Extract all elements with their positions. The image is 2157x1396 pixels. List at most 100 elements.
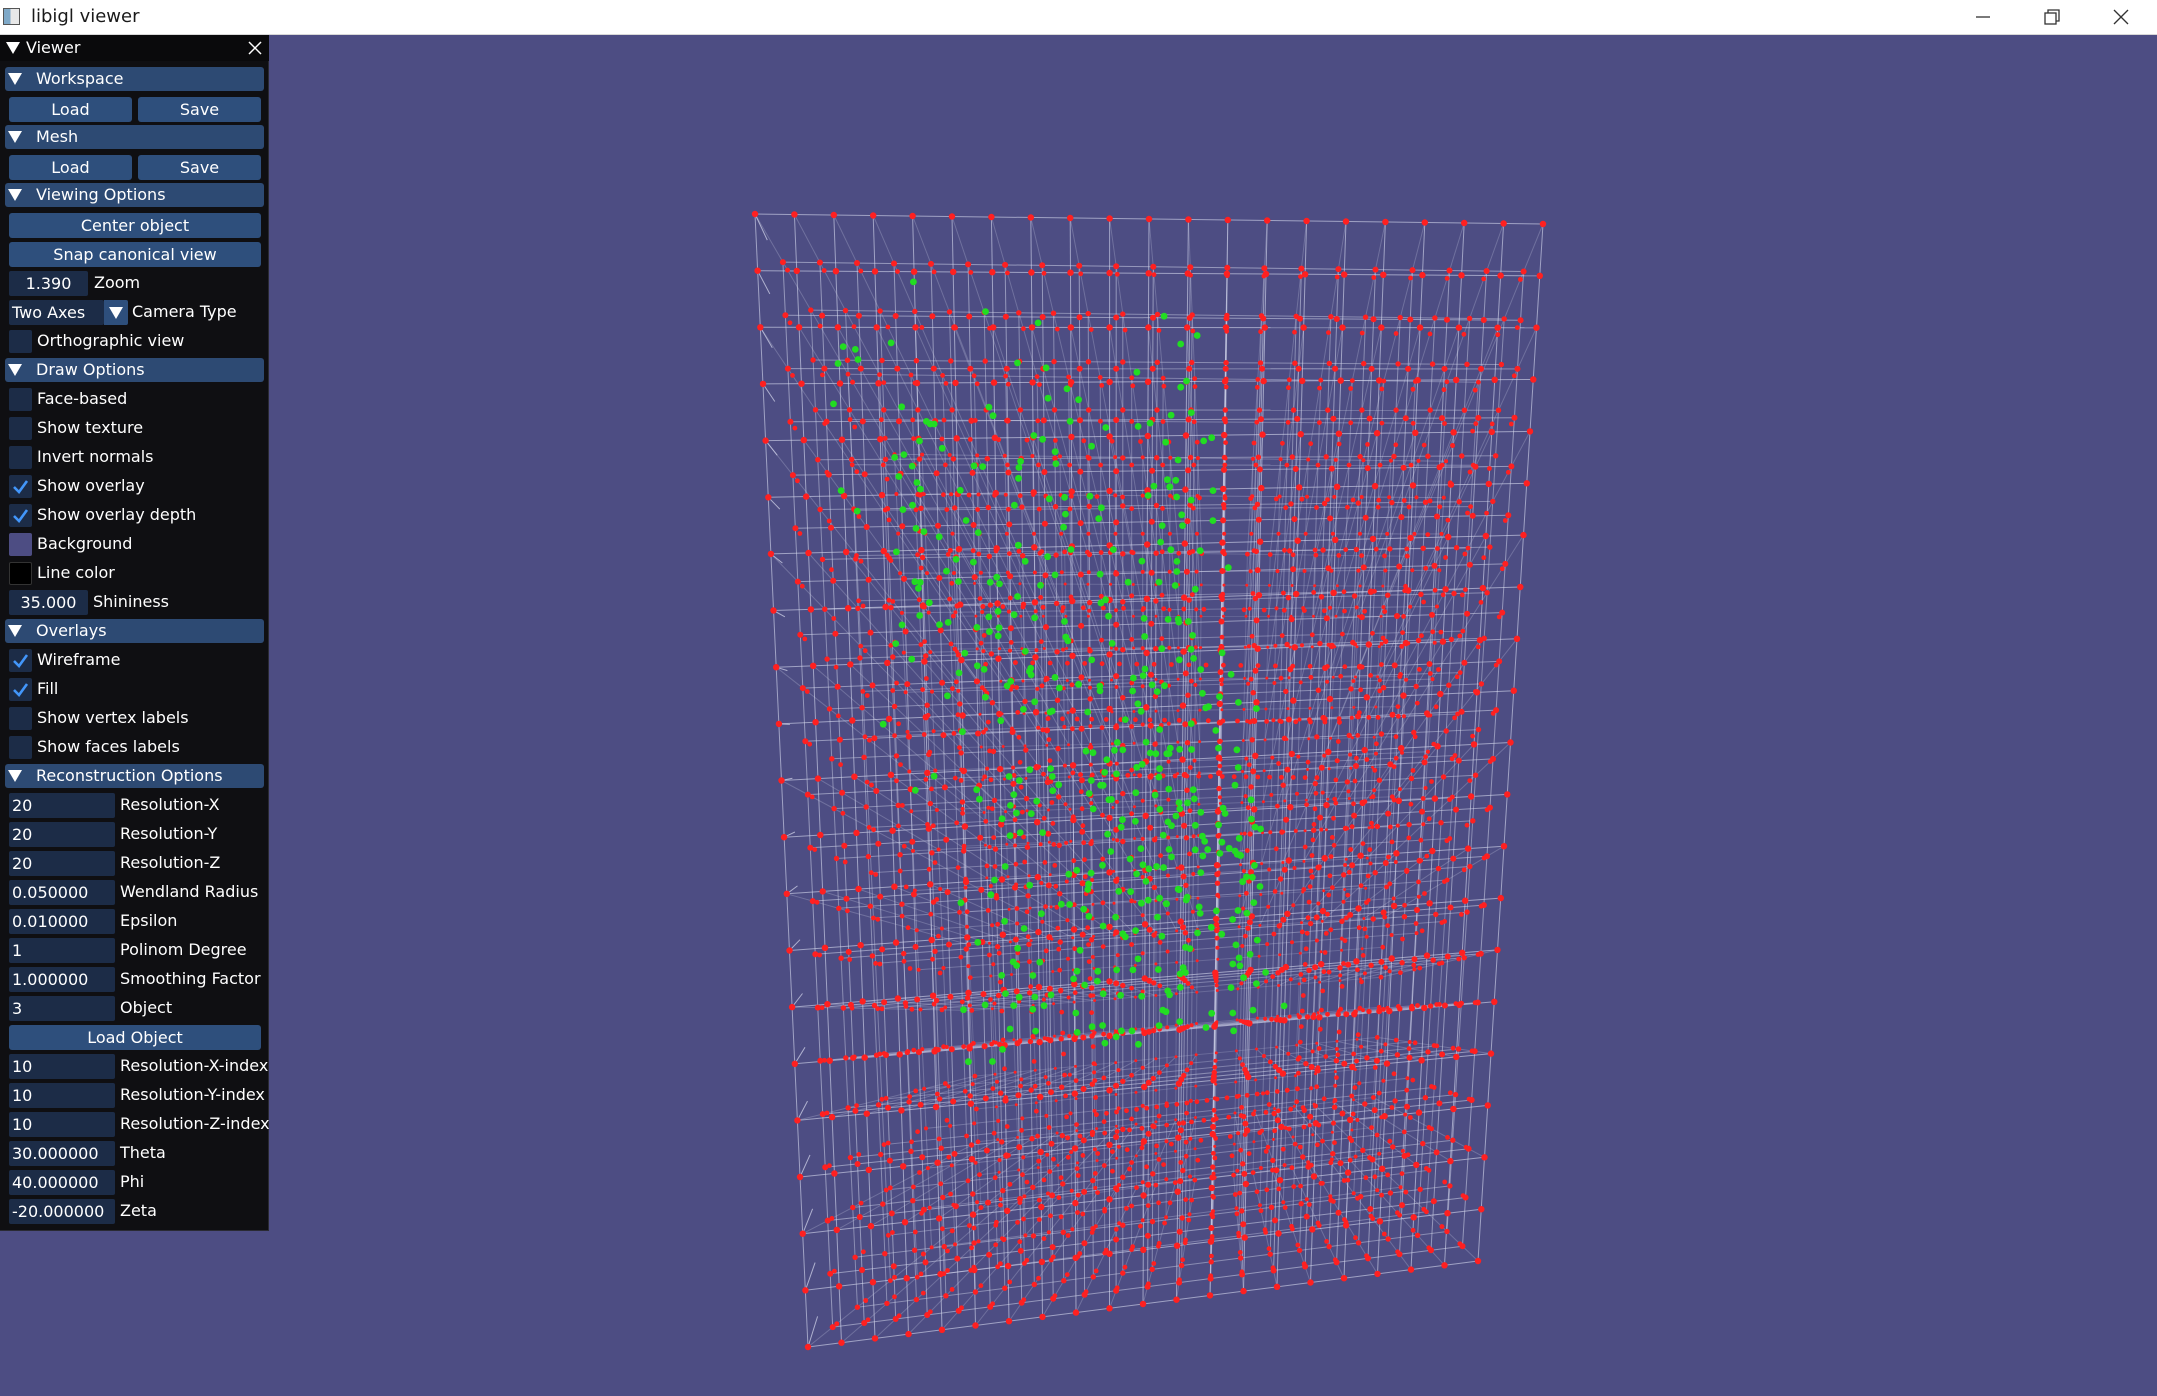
inside-point <box>1121 933 1129 941</box>
checkbox[interactable] <box>9 388 32 411</box>
inside-point <box>965 1058 972 1066</box>
background-color-picker[interactable]: Background <box>0 531 269 557</box>
inside-point <box>1155 1022 1163 1029</box>
viewing-options-header[interactable]: Viewing Options <box>0 182 269 208</box>
camera-type-select[interactable]: Two Axes <box>9 300 104 325</box>
camera-type-dropdown-button[interactable] <box>104 300 128 325</box>
inside-point <box>1088 656 1096 664</box>
show-texture-checkbox[interactable]: Show texture <box>0 415 269 441</box>
inside-point <box>1088 1023 1096 1031</box>
workspace-header[interactable]: Workspace <box>0 66 269 92</box>
phi-input[interactable]: 40.000000 <box>9 1170 115 1195</box>
minimize-button[interactable] <box>1952 0 2014 34</box>
inside-point <box>962 517 970 524</box>
mesh-header[interactable]: Mesh <box>0 124 269 150</box>
checkbox[interactable] <box>9 649 32 672</box>
inside-point <box>1097 599 1105 607</box>
show-faces-labels-checkbox[interactable]: Show faces labels <box>0 734 269 760</box>
checkbox[interactable] <box>9 678 32 701</box>
resolution-y-index-input[interactable]: 10 <box>9 1083 115 1108</box>
center-object-button[interactable]: Center object <box>9 213 261 238</box>
workspace-load-button[interactable]: Load <box>9 97 132 122</box>
workspace-save-button[interactable]: Save <box>138 97 261 122</box>
show-vertex-labels-checkbox[interactable]: Show vertex labels <box>0 705 269 731</box>
inside-point <box>1229 1009 1237 1017</box>
inside-point <box>1141 665 1149 673</box>
resolution-x-label: Resolution-X <box>120 795 220 814</box>
polinom-degree-label: Polinom Degree <box>120 940 247 959</box>
show-overlay-depth-checkbox[interactable]: Show overlay depth <box>0 502 269 528</box>
reconstruction-options-header[interactable]: Reconstruction Options <box>0 763 269 789</box>
inside-point <box>1202 704 1210 712</box>
face-based-checkbox[interactable]: Face-based <box>0 386 269 412</box>
polinom-degree-input[interactable]: 1 <box>9 938 115 963</box>
inside-point <box>1010 791 1018 798</box>
inside-point <box>1021 648 1029 655</box>
mesh-save-button[interactable]: Save <box>138 155 261 180</box>
inside-point <box>1093 977 1101 985</box>
mesh-load-button[interactable]: Load <box>9 155 132 180</box>
inside-point <box>1086 492 1094 500</box>
inside-point <box>1113 966 1121 974</box>
inside-point <box>1029 972 1037 979</box>
inside-point <box>1186 945 1194 952</box>
inside-point <box>923 418 930 425</box>
overlays-header[interactable]: Overlays <box>0 618 269 644</box>
theta-input[interactable]: 30.000000 <box>9 1141 115 1166</box>
panel-title-bar[interactable]: Viewer <box>0 35 269 61</box>
line-color-swatch[interactable] <box>9 562 32 585</box>
inside-point <box>925 599 933 607</box>
show-overlay-checkbox[interactable]: Show overlay <box>0 473 269 499</box>
checkbox[interactable] <box>9 417 32 440</box>
zeta-input[interactable]: -20.000000 <box>9 1199 115 1224</box>
inside-point <box>1251 862 1258 869</box>
collapse-arrow-icon[interactable] <box>6 42 20 54</box>
close-window-button[interactable] <box>2090 0 2152 34</box>
epsilon-input[interactable]: 0.010000 <box>9 909 115 934</box>
fill-checkbox[interactable]: Fill <box>0 676 269 702</box>
smoothing-factor-input[interactable]: 1.000000 <box>9 967 115 992</box>
resolution-x-input[interactable]: 20 <box>9 793 115 818</box>
inside-point <box>1108 640 1116 647</box>
inside-point <box>1208 1009 1216 1017</box>
checkbox[interactable] <box>9 446 32 469</box>
draw-options-header[interactable]: Draw Options <box>0 357 269 383</box>
inside-point <box>1044 394 1052 402</box>
checkbox[interactable] <box>9 504 32 527</box>
zoom-input[interactable]: 1.390 <box>9 271 88 296</box>
inside-point <box>1142 878 1150 885</box>
inside-point <box>1139 861 1147 869</box>
object-input[interactable]: 3 <box>9 996 115 1021</box>
resolution-y-index-label: Resolution-Y-index <box>120 1085 265 1104</box>
inside-point <box>1137 845 1145 852</box>
load-object-button[interactable]: Load Object <box>9 1025 261 1050</box>
resolution-x-index-input[interactable]: 10 <box>9 1054 115 1079</box>
line-color-picker[interactable]: Line color <box>0 560 269 586</box>
snap-canonical-view-button[interactable]: Snap canonical view <box>9 242 261 267</box>
checkbox[interactable] <box>9 736 32 759</box>
wireframe-checkbox[interactable]: Wireframe <box>0 647 269 673</box>
inside-point <box>1235 954 1243 962</box>
inside-point <box>961 649 969 657</box>
restore-button[interactable] <box>2021 0 2083 34</box>
shininess-input[interactable]: 35.000 <box>9 590 88 615</box>
checkbox[interactable] <box>9 330 32 353</box>
invert-normals-checkbox[interactable]: Invert normals <box>0 444 269 470</box>
checkbox[interactable] <box>9 707 32 730</box>
inside-point <box>1191 846 1199 854</box>
orthographic-view-checkbox[interactable]: Orthographic view <box>0 328 269 354</box>
inside-point <box>1190 795 1198 803</box>
wendland-radius-input[interactable]: 0.050000 <box>9 880 115 905</box>
3d-viewport[interactable] <box>0 35 2157 1396</box>
close-panel-icon[interactable] <box>248 41 262 55</box>
inside-point <box>1013 809 1020 817</box>
checkbox[interactable] <box>9 475 32 498</box>
resolution-y-label: Resolution-Y <box>120 824 218 843</box>
background-color-swatch[interactable] <box>9 533 32 556</box>
resolution-z-index-input[interactable]: 10 <box>9 1112 115 1137</box>
inside-point <box>1051 674 1059 681</box>
resolution-z-input[interactable]: 20 <box>9 851 115 876</box>
inside-point <box>1042 364 1050 372</box>
resolution-y-input[interactable]: 20 <box>9 822 115 847</box>
inside-point <box>1212 727 1220 734</box>
